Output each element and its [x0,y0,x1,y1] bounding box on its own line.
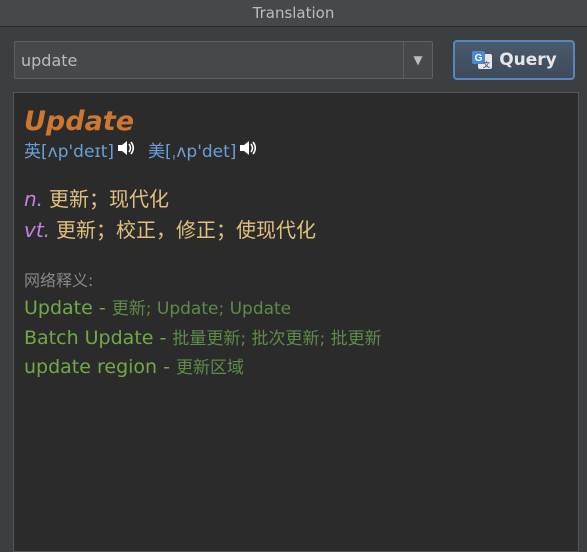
definitions-list: n. 更新；现代化 vt. 更新；校正，修正；使现代化 [24,184,568,246]
web-definitions-list: Update - 更新; Update; Update Batch Update… [24,294,568,383]
dropdown-arrow-button[interactable]: ▼ [403,42,432,78]
headword: Update [24,106,135,137]
definition-row: n. 更新；现代化 [24,184,568,215]
svg-text:G: G [475,53,483,64]
window-titlebar: Translation [0,0,587,27]
translate-icon: G 文 [471,50,493,70]
translation-result-panel: Update 英[ʌp'deɪt] 美[ˌʌp'det] n. 更新；现代化 vt… [13,92,579,552]
window-title: Translation [252,4,335,22]
web-meaning: 更新; Update; Update [111,299,292,319]
phonetic-uk: 英[ʌp'deɪt] [24,141,115,162]
part-of-speech: vt. [24,218,51,242]
search-input[interactable] [15,42,403,78]
part-of-speech: n. [24,187,44,211]
phonetic-us: 美[ˌʌp'det] [148,141,237,162]
definition-row: vt. 更新；校正，修正；使现代化 [24,215,568,246]
definition-text: 更新；校正，修正；使现代化 [56,218,317,242]
query-button[interactable]: G 文 Query [453,40,575,80]
web-definitions-heading: 网络释义: [24,271,94,290]
web-term: update region [24,356,158,378]
search-combobox[interactable]: ▼ [14,41,433,79]
web-separator: - [157,356,177,378]
query-button-label: Query [499,50,557,70]
speaker-icon[interactable] [116,139,136,164]
web-meaning: 批量更新; 批次更新; 批更新 [172,328,382,349]
web-meaning: 更新区域 [176,358,245,378]
web-term: Batch Update [24,326,154,349]
web-definition-row: Update - 更新; Update; Update [24,294,568,324]
web-separator: - [92,297,112,319]
web-definition-row: update region - 更新区域 [24,353,568,383]
definition-text: 更新；现代化 [49,187,170,211]
web-separator: - [153,326,173,349]
phonetics-row: 英[ʌp'deɪt] 美[ˌʌp'det] [24,139,568,164]
triangle-down-icon: ▼ [413,53,423,67]
web-definition-row: Batch Update - 批量更新; 批次更新; 批更新 [24,324,568,354]
web-term: Update [24,297,93,319]
svg-text:文: 文 [483,60,491,69]
speaker-icon[interactable] [238,139,258,164]
